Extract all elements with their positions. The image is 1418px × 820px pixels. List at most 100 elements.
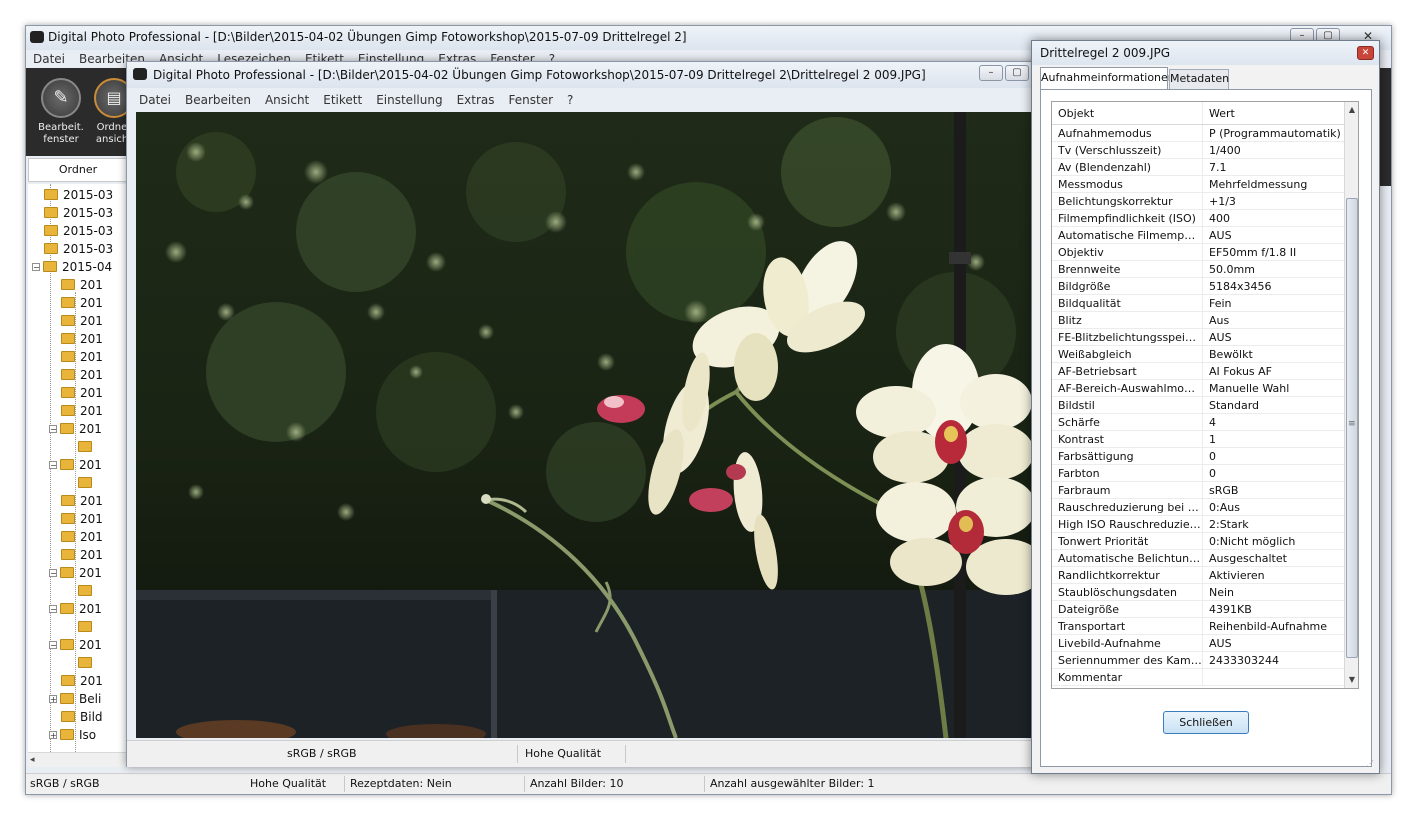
scroll-up-arrow-icon[interactable]: ▲ xyxy=(1345,102,1358,118)
info-row[interactable]: Seriennummer des Kamera...2433303244 xyxy=(1052,651,1344,669)
info-row[interactable]: Kontrast 1 xyxy=(1052,430,1344,448)
edit-menu-item[interactable]: ? xyxy=(567,92,573,108)
tree-item[interactable]: 201 xyxy=(61,402,103,420)
tree-item[interactable]: − 201 xyxy=(49,564,102,582)
info-row[interactable]: Belichtungskorrektur +1/3 xyxy=(1052,192,1344,210)
info-row[interactable]: Livebild-Aufnahme AUS xyxy=(1052,634,1344,652)
collapse-icon[interactable]: − xyxy=(32,263,40,272)
tree-horizontal-scrollbar[interactable]: ◂ xyxy=(28,752,128,767)
tree-item[interactable]: − 201 xyxy=(49,456,102,474)
info-row[interactable]: Tonwert Priorität 0:Nicht möglich xyxy=(1052,532,1344,550)
photo-viewer[interactable] xyxy=(136,112,1038,738)
info-row[interactable]: AF-Betriebsart AI Fokus AF xyxy=(1052,362,1344,380)
edit-window-tool[interactable]: ✎ Bearbeit. fenster xyxy=(36,78,86,154)
tree-item[interactable] xyxy=(78,438,97,456)
dialog-close-button[interactable]: ✕ xyxy=(1357,46,1374,60)
info-row[interactable]: Farbsättigung 0 xyxy=(1052,447,1344,465)
info-row[interactable]: AF-Bereich-Auswahlmodus Manuelle Wahl xyxy=(1052,379,1344,397)
column-header-objekt[interactable]: Objekt xyxy=(1052,102,1203,125)
tree-item[interactable]: 2015-03 xyxy=(44,186,113,204)
edit-menu-item[interactable]: Ansicht xyxy=(265,92,309,108)
info-row[interactable]: Randlichtkorrektur Aktivieren xyxy=(1052,566,1344,584)
edit-minimize-button[interactable]: – xyxy=(979,65,1003,81)
collapse-icon[interactable]: − xyxy=(49,461,57,470)
tree-item[interactable] xyxy=(78,474,97,492)
collapse-icon[interactable]: − xyxy=(49,605,57,614)
info-row[interactable]: Schärfe 4 xyxy=(1052,413,1344,431)
tree-item[interactable]: − 2015-04 xyxy=(32,258,112,276)
tree-item[interactable]: 201 xyxy=(61,546,103,564)
tree-item[interactable]: 201 xyxy=(61,492,103,510)
tree-item[interactable] xyxy=(78,582,97,600)
info-row[interactable]: Rauschreduzierung bei Lan... 0:Aus xyxy=(1052,498,1344,516)
tree-item[interactable]: 201 xyxy=(61,528,103,546)
info-row[interactable]: Automatische Filmempfindli...AUS xyxy=(1052,226,1344,244)
info-row[interactable]: FE-Blitzbelichtungsspeicher...AUS xyxy=(1052,328,1344,346)
info-row[interactable]: Messmodus Mehrfeldmessung xyxy=(1052,175,1344,193)
info-row[interactable]: Blitz Aus xyxy=(1052,311,1344,329)
dialog-title-bar[interactable]: Drittelregel 2 009.JPG ✕ xyxy=(1032,41,1379,65)
edit-menu-item[interactable]: Einstellung xyxy=(376,92,442,108)
info-row[interactable]: Kommentar xyxy=(1052,668,1344,686)
tree-item[interactable]: 201 xyxy=(61,348,103,366)
tree-item[interactable]: 201 xyxy=(61,294,103,312)
tree-item[interactable]: 201 xyxy=(61,672,103,690)
expand-icon[interactable]: + xyxy=(49,731,57,740)
tree-item[interactable]: 201 xyxy=(61,384,103,402)
collapse-icon[interactable]: − xyxy=(49,569,57,578)
scroll-down-arrow-icon[interactable]: ▼ xyxy=(1345,672,1358,688)
scroll-left-arrow-icon[interactable]: ◂ xyxy=(30,753,35,767)
tab-metadaten[interactable]: Metadaten xyxy=(1169,69,1229,89)
tree-item[interactable]: − 201 xyxy=(49,420,102,438)
info-row[interactable]: Transportart Reihenbild-Aufnahme xyxy=(1052,617,1344,635)
tree-item[interactable]: 2015-03 xyxy=(44,240,113,258)
resize-grip-icon[interactable]: ⋰ xyxy=(1366,759,1374,768)
info-row[interactable]: Bildqualität Fein xyxy=(1052,294,1344,312)
edit-menu-item[interactable]: Datei xyxy=(139,92,171,108)
expand-icon[interactable]: + xyxy=(49,695,57,704)
edit-title-bar[interactable]: Digital Photo Professional - [D:\Bilder\… xyxy=(127,62,1045,88)
info-row[interactable]: Dateigröße 4391KB xyxy=(1052,600,1344,618)
tree-item[interactable]: 201 xyxy=(61,510,103,528)
tree-item[interactable]: 2015-03 xyxy=(44,222,113,240)
tree-item[interactable]: 201 xyxy=(61,330,103,348)
tree-item[interactable]: − 201 xyxy=(49,636,102,654)
tree-item[interactable]: − 201 xyxy=(49,600,102,618)
info-row[interactable]: Bildgröße 5184x3456 xyxy=(1052,277,1344,295)
tree-item-label: 201 xyxy=(80,530,103,544)
tree-item[interactable]: 201 xyxy=(61,366,103,384)
tree-item[interactable]: 201 xyxy=(61,312,103,330)
info-row[interactable]: Staublöschungsdaten Nein xyxy=(1052,583,1344,601)
edit-maximize-button[interactable]: ▢ xyxy=(1005,65,1029,81)
tree-item[interactable]: + Iso xyxy=(49,726,96,744)
tree-item[interactable]: 2015-03 xyxy=(44,204,113,222)
edit-menu-item[interactable]: Extras xyxy=(457,92,495,108)
collapse-icon[interactable]: − xyxy=(49,425,57,434)
edit-menu-item[interactable]: Etikett xyxy=(323,92,362,108)
tree-item[interactable]: + Beli xyxy=(49,690,101,708)
column-header-wert[interactable]: Wert xyxy=(1202,102,1344,125)
schliessen-button[interactable]: Schließen xyxy=(1163,711,1249,734)
edit-menu-item[interactable]: Fenster xyxy=(509,92,554,108)
info-row[interactable]: Farbraum sRGB xyxy=(1052,481,1344,499)
tree-item[interactable]: 201 xyxy=(61,276,103,294)
info-row[interactable]: Tv (Verschlusszeit) 1/400 xyxy=(1052,141,1344,159)
tree-item[interactable] xyxy=(78,654,97,672)
tree-item[interactable] xyxy=(78,618,97,636)
info-row[interactable]: Objektiv EF50mm f/1.8 II xyxy=(1052,243,1344,261)
info-row[interactable]: Av (Blendenzahl) 7.1 xyxy=(1052,158,1344,176)
info-row[interactable]: Aufnahmemodus P (Programmautomatik) xyxy=(1052,124,1344,142)
edit-menu-item[interactable]: Bearbeiten xyxy=(185,92,251,108)
info-row[interactable]: Bildstil Standard xyxy=(1052,396,1344,414)
tree-item[interactable]: Bild xyxy=(61,708,103,726)
info-row[interactable]: High ISO Rauschreduzierung 2:Stark xyxy=(1052,515,1344,533)
main-menu-item[interactable]: Datei xyxy=(33,51,65,67)
collapse-icon[interactable]: − xyxy=(49,641,57,650)
info-row[interactable]: Weißabgleich Bewölkt xyxy=(1052,345,1344,363)
info-row[interactable]: Filmempfindlichkeit (ISO) 400 xyxy=(1052,209,1344,227)
info-vertical-scrollbar[interactable]: ▲ ≡ ▼ xyxy=(1344,102,1358,688)
tab-aufnahmeinformationen[interactable]: Aufnahmeinformationen xyxy=(1040,67,1175,89)
info-row[interactable]: Automatische Belichtungso...Ausgeschalte… xyxy=(1052,549,1344,567)
info-row[interactable]: Farbton 0 xyxy=(1052,464,1344,482)
info-row[interactable]: Brennweite 50.0mm xyxy=(1052,260,1344,278)
